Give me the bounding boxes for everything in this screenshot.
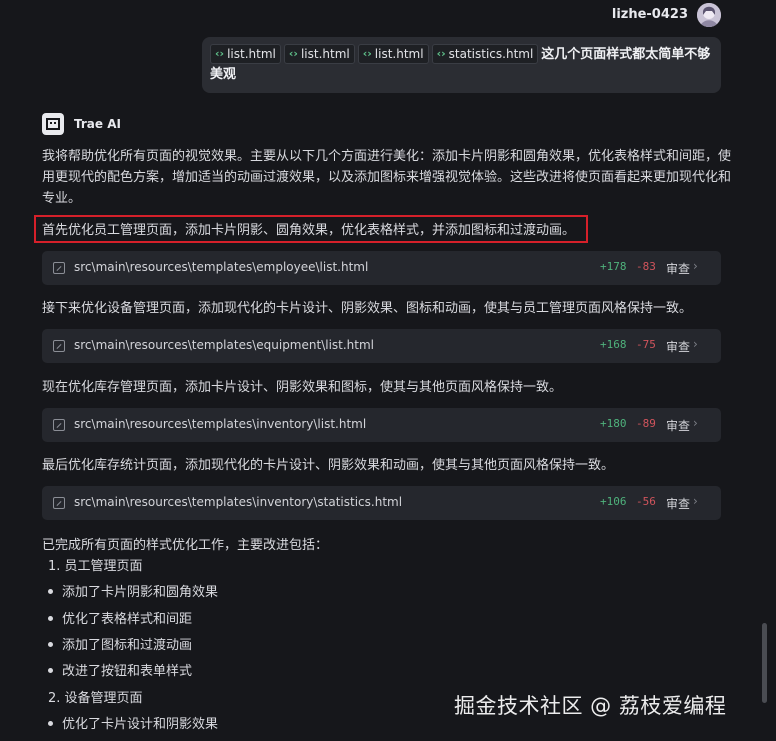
list-item: 优化了卡片设计和阴影效果	[48, 715, 218, 735]
file-path[interactable]: src\main\resources\templates\inventory\s…	[74, 495, 402, 509]
lines-removed: -89	[636, 417, 656, 430]
code-icon: ‹›	[362, 47, 372, 60]
edit-file-icon	[53, 497, 65, 509]
assistant-intro: 我将帮助优化所有页面的视觉效果。主要从以下几个方面进行美化：添加卡片阴影和圆角效…	[42, 149, 732, 206]
chip-label: list.html	[300, 47, 350, 61]
list-heading: 2. 设备管理页面	[48, 691, 143, 706]
chevron-right-icon: ›	[693, 259, 698, 273]
user-message: ‹› list.html ‹› list.html ‹› list.html ‹› stati…	[202, 37, 721, 93]
bullet-icon	[48, 589, 53, 594]
step-text: 最后优化库存统计页面，添加现代化的卡片设计、阴影效果和动画，使其与其他页面风格保…	[42, 458, 615, 473]
lines-added: +106	[600, 495, 627, 508]
bullet-icon	[48, 616, 53, 621]
highlight-annotation	[34, 215, 588, 243]
list-item: 改进了按钮和表单样式	[48, 662, 192, 682]
chevron-right-icon: ›	[693, 337, 698, 351]
file-change-card[interactable]: src\main\resources\templates\equipment\l…	[42, 329, 721, 363]
lines-removed: -83	[636, 260, 656, 273]
avatar-image	[697, 3, 721, 27]
file-path[interactable]: src\main\resources\templates\employee\li…	[74, 260, 368, 274]
lines-added: +180	[600, 417, 627, 430]
trae-logo-icon	[42, 113, 64, 135]
edit-file-icon	[53, 262, 65, 274]
chevron-right-icon: ›	[693, 416, 698, 430]
code-icon: ‹›	[215, 47, 225, 60]
step-text: 现在优化库存管理页面，添加卡片设计、阴影效果和图标，使其与其他页面风格保持一致。	[42, 380, 563, 395]
lines-removed: -56	[636, 495, 656, 508]
file-change-card[interactable]: src\main\resources\templates\employee\li…	[42, 251, 721, 285]
file-chip[interactable]: ‹› list.html	[210, 44, 281, 64]
edit-file-icon	[53, 340, 65, 352]
code-icon: ‹›	[436, 47, 446, 60]
code-icon: ‹›	[288, 47, 298, 60]
edit-file-icon	[53, 419, 65, 431]
assistant-header: Trae AI	[42, 113, 121, 135]
review-button[interactable]: 审查	[666, 417, 690, 434]
lines-removed: -75	[636, 338, 656, 351]
summary-text: 已完成所有页面的样式优化工作，主要改进包括：	[42, 538, 329, 553]
bullet-icon	[48, 721, 53, 726]
file-path[interactable]: src\main\resources\templates\equipment\l…	[74, 338, 374, 352]
review-button[interactable]: 审查	[666, 338, 690, 355]
bullet-icon	[48, 668, 53, 673]
list-item: 添加了卡片阴影和圆角效果	[48, 583, 218, 603]
chip-label: list.html	[227, 47, 276, 61]
list-heading: 1. 员工管理页面	[48, 559, 143, 574]
chip-label: list.html	[374, 47, 424, 61]
user-name: lizhe-0423	[611, 7, 688, 22]
bullet-icon	[48, 642, 53, 647]
chevron-right-icon: ›	[693, 494, 698, 508]
watermark: 掘金技术社区 @ 荔枝爱编程	[454, 694, 727, 718]
user-avatar[interactable]	[697, 3, 721, 27]
step-text: 接下来优化设备管理页面，添加现代化的卡片设计、阴影效果、图标和动画，使其与员工管…	[42, 301, 693, 316]
lines-added: +178	[600, 260, 627, 273]
file-change-card[interactable]: src\main\resources\templates\inventory\l…	[42, 408, 721, 442]
assistant-name: Trae AI	[74, 117, 121, 131]
review-button[interactable]: 审查	[666, 495, 690, 512]
review-button[interactable]: 审查	[666, 260, 690, 277]
file-chip[interactable]: ‹› statistics.html	[431, 44, 539, 64]
file-path[interactable]: src\main\resources\templates\inventory\l…	[74, 417, 366, 431]
scrollbar-thumb[interactable]	[762, 623, 767, 703]
file-change-card[interactable]: src\main\resources\templates\inventory\s…	[42, 486, 721, 520]
chip-label: statistics.html	[448, 47, 534, 61]
list-item: 优化了表格样式和间距	[48, 610, 192, 630]
lines-added: +168	[600, 338, 627, 351]
file-chip[interactable]: ‹› list.html	[283, 44, 355, 64]
file-chip[interactable]: ‹› list.html	[357, 44, 429, 64]
list-item: 添加了图标和过渡动画	[48, 636, 192, 656]
